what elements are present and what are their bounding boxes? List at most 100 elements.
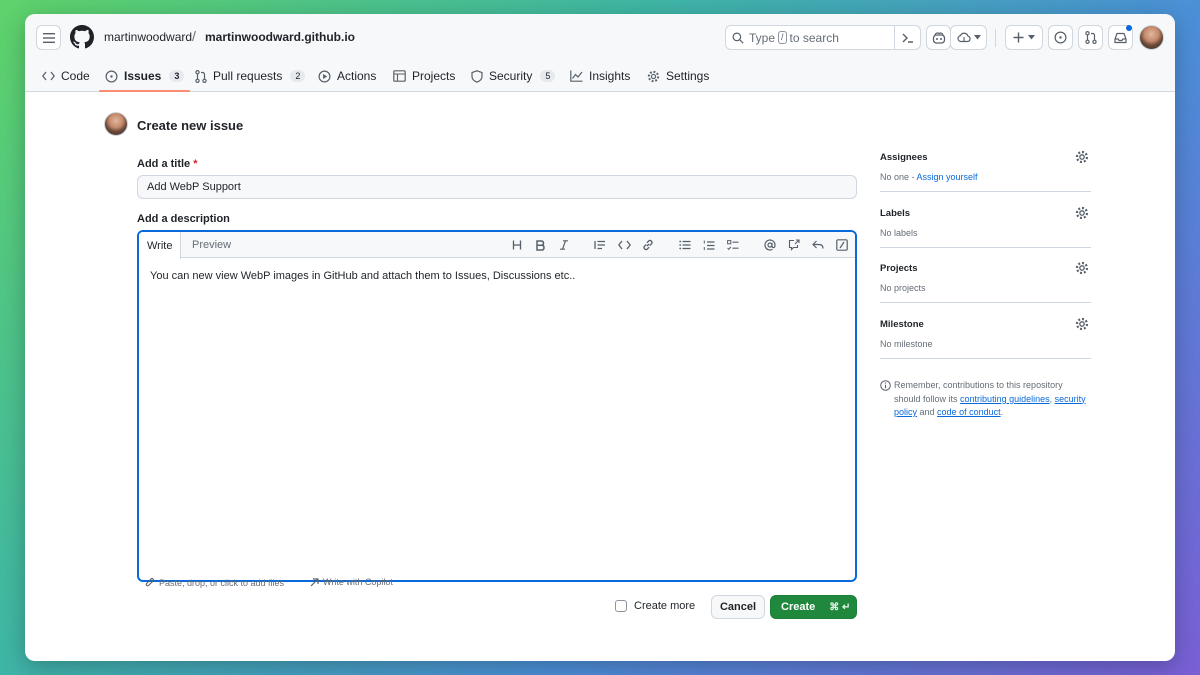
labels-title: Labels bbox=[880, 208, 911, 219]
required-marker: * bbox=[193, 158, 198, 170]
tab-security[interactable]: Security 5 bbox=[471, 60, 556, 92]
slash-commands-button[interactable] bbox=[834, 237, 850, 253]
tab-code[interactable]: Code bbox=[42, 60, 90, 92]
labels-section: Labels No labels bbox=[880, 192, 1091, 248]
tab-label: Actions bbox=[337, 69, 377, 83]
notification-dot bbox=[1126, 25, 1132, 31]
numbered-list-button[interactable] bbox=[701, 237, 717, 253]
search-shortcut-key: / bbox=[778, 31, 787, 44]
search-input[interactable]: Type / to search bbox=[725, 25, 921, 50]
description-label: Add a description bbox=[137, 213, 230, 225]
task-list-button[interactable] bbox=[725, 237, 741, 253]
attach-files-hint[interactable]: Paste, drop, or click to add files bbox=[145, 577, 284, 588]
code-icon bbox=[617, 240, 631, 250]
create-more-label: Create more bbox=[634, 600, 696, 612]
bold-button[interactable] bbox=[532, 237, 548, 253]
tab-insights[interactable]: Insights bbox=[570, 60, 630, 92]
paperclip-icon bbox=[145, 577, 155, 587]
tab-write[interactable]: Write bbox=[139, 232, 182, 259]
heading-button[interactable] bbox=[509, 237, 525, 253]
gear-icon bbox=[647, 70, 660, 82]
checkbox-box[interactable] bbox=[615, 600, 627, 612]
play-icon bbox=[318, 70, 331, 82]
bold-icon bbox=[536, 239, 545, 251]
search-type-label: Type bbox=[749, 30, 776, 45]
main-content: Create new issue Add a title * Add WebP … bbox=[25, 92, 1175, 661]
hamburger-icon bbox=[42, 32, 55, 43]
cross-reference-button[interactable] bbox=[786, 237, 802, 253]
copilot-button[interactable] bbox=[926, 25, 951, 50]
menu-button[interactable] bbox=[36, 25, 61, 50]
command-palette-button[interactable] bbox=[894, 26, 920, 49]
info-icon bbox=[880, 380, 891, 391]
link-icon bbox=[643, 239, 653, 251]
write-with-copilot-text: Write with Copilot bbox=[323, 577, 393, 587]
cancel-button[interactable]: Cancel bbox=[711, 595, 765, 619]
create-shortcut: ⌘ ↵ bbox=[829, 601, 851, 613]
attach-files-text: Paste, drop, or click to add files bbox=[159, 577, 285, 588]
assign-yourself-link[interactable]: Assign yourself bbox=[917, 172, 978, 182]
tab-label: Code bbox=[61, 69, 90, 83]
top-bar: martinwoodward / martinwoodward.github.i… bbox=[25, 14, 1175, 60]
reply-icon bbox=[812, 240, 824, 249]
tab-preview[interactable]: Preview bbox=[184, 232, 239, 258]
gear-icon[interactable] bbox=[1075, 150, 1089, 164]
projects-value: No projects bbox=[880, 283, 926, 293]
code-of-conduct-link[interactable]: code of conduct bbox=[937, 407, 1001, 417]
caret-down-icon bbox=[1028, 35, 1035, 40]
link-button[interactable] bbox=[640, 237, 656, 253]
list-ordered-icon bbox=[703, 240, 715, 250]
code-button[interactable] bbox=[616, 237, 632, 253]
write-with-copilot-button[interactable]: Write with Copilot bbox=[310, 577, 393, 587]
description-textarea[interactable]: You can new view WebP images in GitHub a… bbox=[139, 258, 855, 294]
browser-window: martinwoodward / martinwoodward.github.i… bbox=[25, 14, 1175, 661]
shield-icon bbox=[471, 69, 483, 83]
contribution-note-text: Remember, contributions to this reposito… bbox=[894, 379, 1091, 420]
issues-button[interactable] bbox=[1048, 25, 1073, 50]
breadcrumb-repo[interactable]: martinwoodward.github.io bbox=[205, 30, 355, 44]
saved-reply-button[interactable] bbox=[810, 237, 826, 253]
caret-down-icon bbox=[973, 35, 981, 40]
create-new-dropdown[interactable] bbox=[1005, 25, 1043, 50]
quote-button[interactable] bbox=[592, 237, 608, 253]
pull-requests-button[interactable] bbox=[1078, 25, 1103, 50]
toolbar-divider bbox=[995, 29, 996, 47]
tab-actions[interactable]: Actions bbox=[318, 60, 376, 92]
gear-icon[interactable] bbox=[1075, 317, 1089, 331]
github-logo-icon[interactable] bbox=[70, 25, 94, 49]
pull-request-icon bbox=[195, 69, 207, 83]
tab-issues[interactable]: Issues 3 bbox=[98, 60, 191, 92]
assignees-title: Assignees bbox=[880, 152, 928, 163]
italic-button[interactable] bbox=[556, 237, 572, 253]
tab-settings[interactable]: Settings bbox=[647, 60, 709, 92]
issue-opened-icon bbox=[105, 70, 118, 82]
assignees-value: No one - Assign yourself bbox=[880, 172, 978, 182]
cloud-upload-icon bbox=[956, 32, 971, 43]
create-more-checkbox[interactable]: Create more bbox=[615, 600, 695, 612]
description-editor[interactable]: Write Preview You can new view WebP imag… bbox=[137, 230, 857, 582]
tab-projects[interactable]: Projects bbox=[393, 60, 455, 92]
tab-count: 5 bbox=[540, 70, 556, 82]
tab-pull-requests[interactable]: Pull requests 2 bbox=[195, 60, 306, 92]
gear-icon[interactable] bbox=[1075, 206, 1089, 220]
title-input[interactable]: Add WebP Support bbox=[137, 175, 857, 199]
italic-icon bbox=[560, 240, 568, 250]
heading-icon bbox=[512, 240, 522, 250]
contribution-note: Remember, contributions to this reposito… bbox=[880, 379, 1091, 420]
milestone-value: No milestone bbox=[880, 339, 933, 349]
create-button[interactable]: Create ⌘ ↵ bbox=[770, 595, 857, 619]
labels-value: No labels bbox=[880, 228, 918, 238]
search-icon bbox=[732, 32, 744, 44]
tasklist-icon bbox=[727, 239, 739, 250]
codespaces-dropdown[interactable] bbox=[950, 25, 987, 50]
copilot-icon bbox=[932, 31, 945, 44]
mention-button[interactable] bbox=[762, 237, 778, 253]
author-avatar bbox=[104, 112, 128, 136]
bulleted-list-button[interactable] bbox=[677, 237, 693, 253]
gear-icon[interactable] bbox=[1075, 261, 1089, 275]
breadcrumb-owner[interactable]: martinwoodward bbox=[104, 30, 192, 44]
tab-label: Issues bbox=[124, 69, 162, 83]
contributing-guidelines-link[interactable]: contributing guidelines bbox=[960, 394, 1050, 404]
user-avatar[interactable] bbox=[1139, 25, 1164, 50]
cross-reference-icon bbox=[788, 239, 800, 251]
